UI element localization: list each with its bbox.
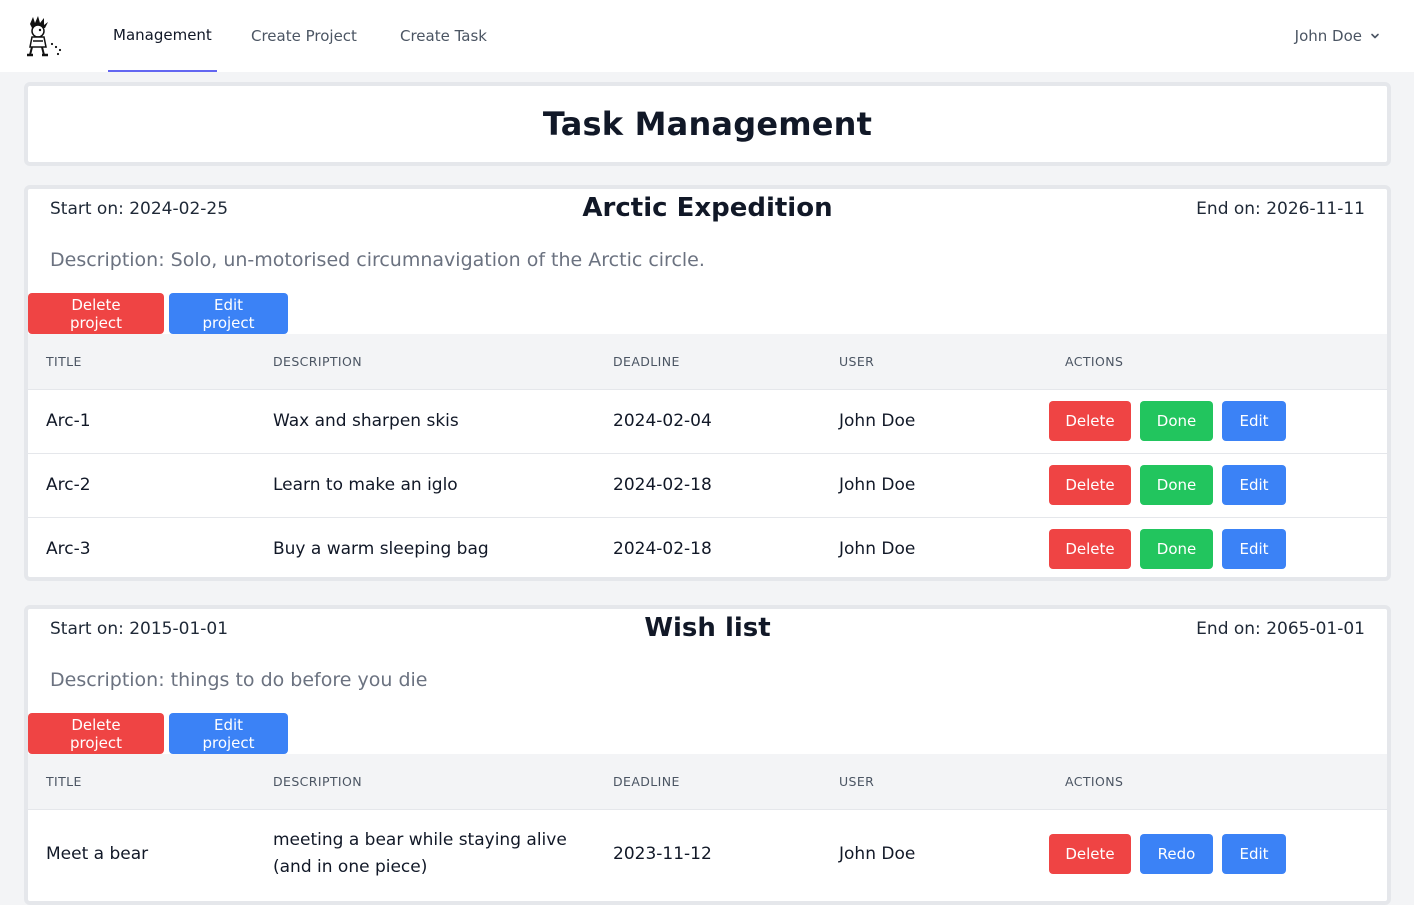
header-actions: ACTIONS <box>1065 353 1124 369</box>
edit-project-button[interactable]: Edit project <box>169 293 288 334</box>
task-description: Buy a warm sleeping bag <box>273 539 489 560</box>
nav-link-create-project[interactable]: Create Project <box>251 0 357 72</box>
task-user: John Doe <box>839 411 916 431</box>
task-deadline: 2024-02-18 <box>613 539 712 560</box>
project-header: Start on: 2024-02-25 Arctic Expedition E… <box>28 189 1387 334</box>
header-title: TITLE <box>46 353 82 369</box>
header-deadline: DEADLINE <box>613 773 680 789</box>
task-description: Learn to make an iglo <box>273 475 458 495</box>
done-task-button[interactable]: Done <box>1140 465 1213 505</box>
nav-link-management[interactable]: Management <box>108 0 217 72</box>
task-table: TITLE DESCRIPTION DEADLINE USER ACTIONS … <box>28 334 1387 577</box>
project-description: Description: Solo, un-motorised circumna… <box>50 249 705 271</box>
header-title: TITLE <box>46 773 82 789</box>
done-task-button[interactable]: Done <box>1140 401 1213 441</box>
task-deadline: 2024-02-18 <box>613 475 712 495</box>
task-table: TITLE DESCRIPTION DEADLINE USER ACTIONS … <box>28 754 1387 899</box>
table-row: Arc-1 Wax and sharpen skis 2024-02-04 Jo… <box>28 389 1387 453</box>
header-actions: ACTIONS <box>1065 773 1124 789</box>
edit-project-button[interactable]: Edit project <box>169 713 288 754</box>
task-deadline: 2024-02-04 <box>613 411 712 431</box>
task-user: John Doe <box>839 475 916 495</box>
nav-link-create-task[interactable]: Create Task <box>400 0 487 72</box>
delete-project-button[interactable]: Delete project <box>28 293 164 334</box>
header-deadline: DEADLINE <box>613 353 680 369</box>
task-title: Arc-3 <box>46 539 91 560</box>
edit-task-button[interactable]: Edit <box>1222 465 1286 505</box>
project-card: Start on: 2024-02-25 Arctic Expedition E… <box>24 185 1391 581</box>
delete-task-button[interactable]: Delete <box>1049 834 1131 875</box>
project-name: Wish list <box>644 613 771 643</box>
task-title: Meet a bear <box>46 844 149 865</box>
done-task-button[interactable]: Done <box>1140 529 1213 570</box>
project-header: Start on: 2015-01-01 Wish list End on: 2… <box>28 609 1387 754</box>
table-header-row: TITLE DESCRIPTION DEADLINE USER ACTIONS <box>28 754 1387 809</box>
task-description: meeting a bear while staying alive (and … <box>273 830 567 878</box>
header-description: DESCRIPTION <box>273 353 363 369</box>
table-header-row: TITLE DESCRIPTION DEADLINE USER ACTIONS <box>28 334 1387 389</box>
header-description: DESCRIPTION <box>273 773 363 789</box>
header-user: USER <box>839 773 875 789</box>
page-title-card: Task Management <box>24 82 1391 166</box>
table-row: Meet a bear meeting a bear while staying… <box>28 809 1387 899</box>
task-deadline: 2023-11-12 <box>613 844 712 865</box>
edit-task-button[interactable]: Edit <box>1222 529 1286 570</box>
delete-task-button[interactable]: Delete <box>1049 401 1131 441</box>
redo-task-button[interactable]: Redo <box>1140 834 1213 875</box>
user-menu[interactable]: John Doe <box>1295 0 1380 72</box>
delete-project-button[interactable]: Delete project <box>28 713 164 754</box>
delete-task-button[interactable]: Delete <box>1049 529 1131 570</box>
task-actions: Delete Done Edit <box>1049 517 1387 577</box>
table-row: Arc-3 Buy a warm sleeping bag 2024-02-18… <box>28 517 1387 577</box>
task-description: Wax and sharpen skis <box>273 411 459 431</box>
project-card: Start on: 2015-01-01 Wish list End on: 2… <box>24 605 1391 905</box>
page-title: Task Management <box>542 105 873 143</box>
task-actions: Delete Done Edit <box>1049 453 1387 517</box>
edit-task-button[interactable]: Edit <box>1222 401 1286 441</box>
project-end-date: End on: 2065-01-01 <box>1196 619 1365 639</box>
task-actions: Delete Redo Edit <box>1049 809 1387 899</box>
user-name: John Doe <box>1294 27 1362 45</box>
project-description: Description: things to do before you die <box>50 669 428 691</box>
table-row: Arc-2 Learn to make an iglo 2024-02-18 J… <box>28 453 1387 517</box>
edit-task-button[interactable]: Edit <box>1222 834 1286 875</box>
chevron-down-icon <box>1371 33 1379 39</box>
task-title: Arc-2 <box>46 475 91 495</box>
task-actions: Delete Done Edit <box>1049 389 1387 453</box>
project-name: Arctic Expedition <box>582 193 833 223</box>
project-end-date: End on: 2026-11-11 <box>1196 199 1365 219</box>
task-title: Arc-1 <box>46 411 91 431</box>
task-user: John Doe <box>839 539 916 560</box>
top-navbar: Management Create Project Create Task Jo… <box>0 0 1414 72</box>
header-user: USER <box>839 353 875 369</box>
app-logo-icon[interactable] <box>22 14 66 58</box>
task-user: John Doe <box>839 844 916 865</box>
delete-task-button[interactable]: Delete <box>1049 465 1131 505</box>
